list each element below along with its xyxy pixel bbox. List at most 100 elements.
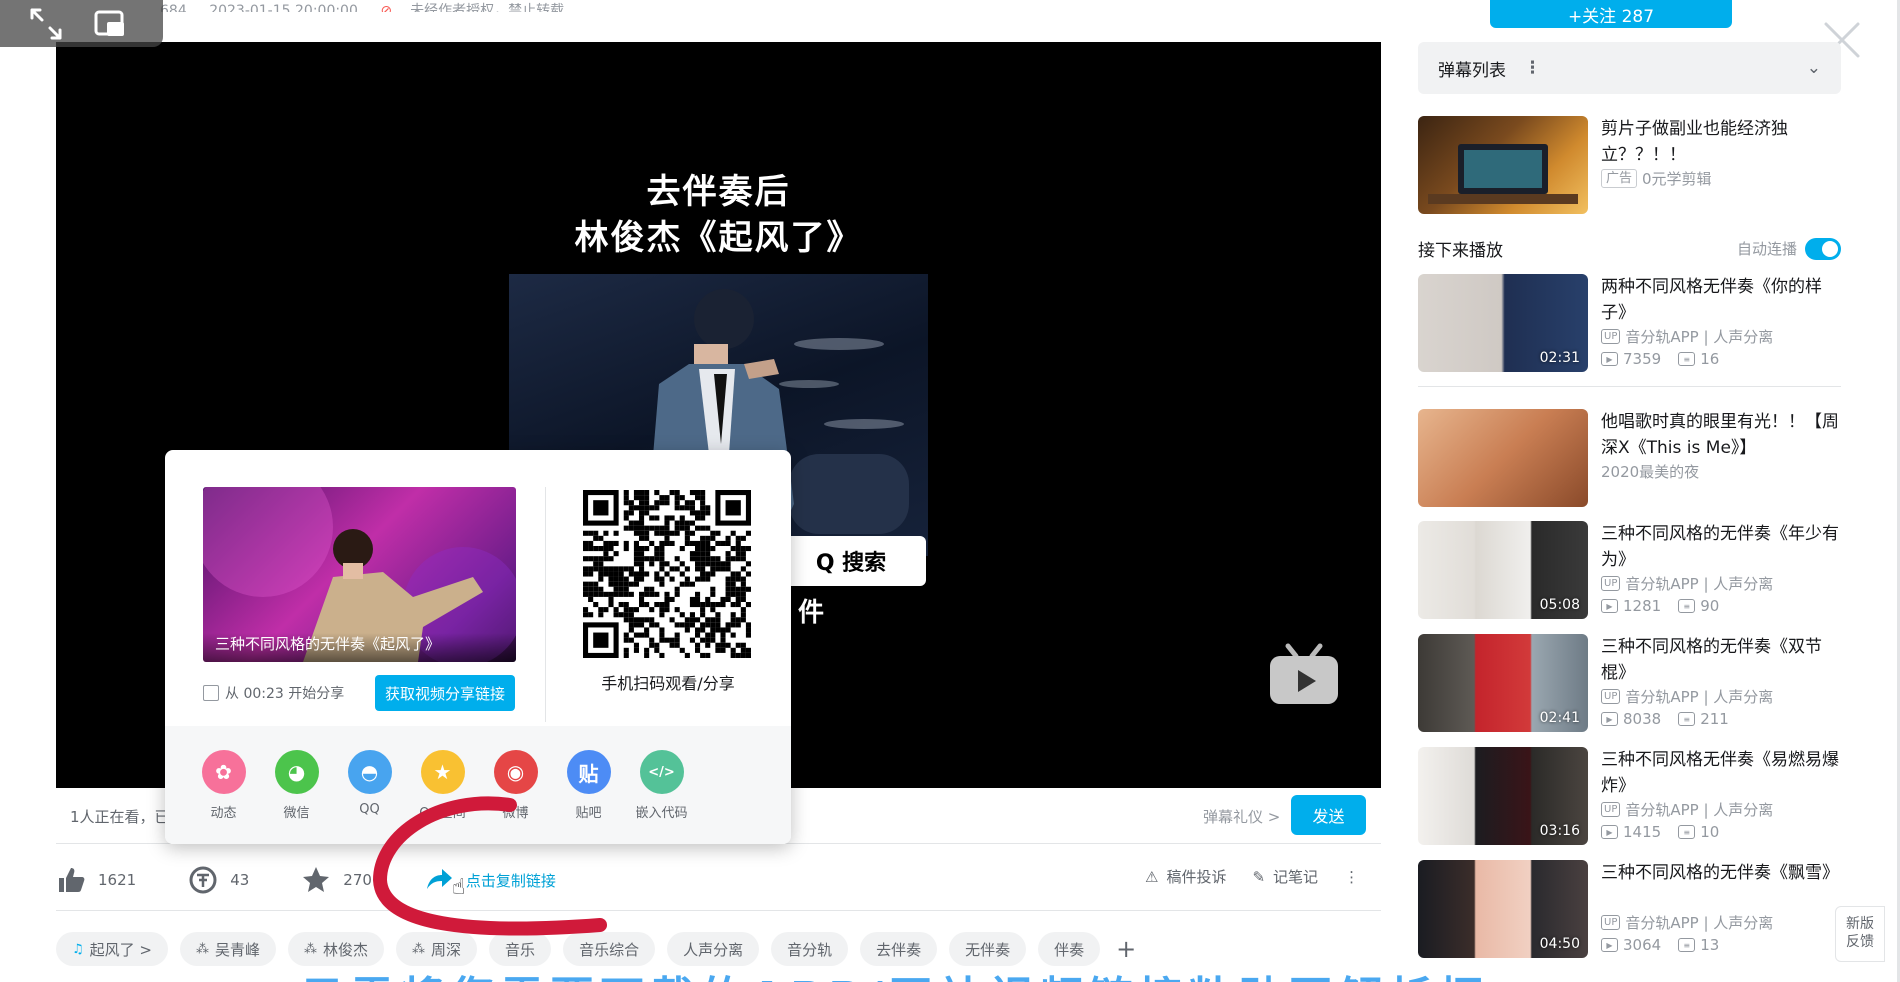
danmaku-count-icon: ≡ <box>1678 825 1696 839</box>
search-pill[interactable]: Q 搜索 <box>776 536 926 586</box>
play-count: 1415 <box>1623 823 1662 841</box>
video-owner-name: 音分轨APP | 人声分离 <box>1625 328 1774 346</box>
share-platform-item[interactable]: ◕ 微信 <box>274 750 319 821</box>
feedback-button[interactable]: 新版 反馈 <box>1835 906 1885 962</box>
video-owner: UP 音分轨APP | 人声分离 <box>1601 326 1773 347</box>
danmaku-count-icon: ≡ <box>1678 352 1696 366</box>
danmaku-count: 16 <box>1700 350 1720 368</box>
tag-item[interactable]: 无伴奏 <box>949 932 1027 966</box>
more-vertical-icon[interactable]: ⋮ <box>1524 58 1541 78</box>
share-platform-item[interactable]: ◉ 微博 <box>493 750 538 821</box>
video-duration: 02:41 <box>1539 710 1580 726</box>
bottom-subtitle: 只需将您需要下载的APP/网站视频链接粘贴至解析框 <box>300 962 1489 982</box>
ad-card[interactable]: 剪片子做副业也能经济独立？？！！ 广告 0元学剪辑 <box>1418 116 1841 214</box>
autoplay-switch[interactable] <box>1805 237 1841 260</box>
right-actions: ⚠ 稿件投诉 ✎ 记笔记 ⋮ <box>1145 866 1359 887</box>
tag-label: 伴奏 <box>1054 940 1085 959</box>
tag-label: 无伴奏 <box>965 940 1011 959</box>
tag-item[interactable]: 音分轨 <box>771 932 849 966</box>
bilibili-tv-icon <box>1270 643 1338 704</box>
share-platform-item[interactable]: ★ QQ空间 <box>419 750 466 821</box>
share-platform-label: 嵌入代码 <box>635 806 688 821</box>
tag-item[interactable]: 音乐 <box>489 932 552 966</box>
video-title: 他唱歌时真的眼里有光！！【周深X《This is Me》】 <box>1601 412 1839 458</box>
tag-item[interactable]: ⁂ 林俊杰 <box>288 932 385 966</box>
tag-item[interactable]: ♫ 起风了 > <box>56 932 168 966</box>
start-time-checkbox[interactable] <box>203 685 219 701</box>
view-count: 684 <box>160 3 187 12</box>
tag-list: ♫ 起风了 > ⁂ 吴青峰 ⁂ 林俊杰 ⁂ 周深 音乐 音乐综合 人声分离 音分轨 去伴奏 无伴奏 伴奏 + <box>56 932 1140 966</box>
share-button[interactable]: 点击复制链接 <box>424 865 556 895</box>
overlay-text-fragment: 件 <box>798 598 825 628</box>
danmaku-etiquette-link[interactable]: 弹幕礼仪 > <box>1203 806 1280 827</box>
exit-fullscreen-icon[interactable] <box>28 6 64 42</box>
qq-icon: ◓ <box>347 750 392 794</box>
video-owner: UP 音分轨APP | 人声分离 <box>1601 799 1773 820</box>
tag-item[interactable]: 伴奏 <box>1038 932 1101 966</box>
video-owner: UP 音分轨APP | 人声分离 <box>1601 573 1773 594</box>
video-title: 三种不同风格的无伴奏《双节棍》 <box>1601 637 1822 683</box>
get-share-link-button[interactable]: 获取视频分享链接 <box>375 675 515 711</box>
tag-label: 音乐综合 <box>579 940 640 959</box>
video-duration: 04:50 <box>1539 936 1580 952</box>
tag-item[interactable]: 人声分离 <box>667 932 760 966</box>
tag-item[interactable]: 去伴奏 <box>860 932 938 966</box>
play-count-icon: ▶ <box>1601 599 1618 613</box>
add-tag-icon[interactable]: + <box>1112 932 1140 966</box>
weibo-icon: ◉ <box>493 750 538 794</box>
coin-count: 43 <box>230 871 250 889</box>
wechat-icon: ◕ <box>274 750 319 794</box>
coin-button[interactable]: 43 <box>188 865 249 895</box>
share-platform-item[interactable]: </> 嵌入代码 <box>636 750 688 821</box>
video-duration: 03:16 <box>1539 823 1580 839</box>
picture-in-picture-icon[interactable] <box>92 6 128 42</box>
copy-link-label[interactable]: 点击复制链接 <box>466 870 556 891</box>
danmaku-list-toggle[interactable]: 弹幕列表 ⋮ ⌄ <box>1418 42 1841 94</box>
autoplay-toggle[interactable]: 自动连播 <box>1737 237 1841 260</box>
tag-item[interactable]: ⁂ 吴青峰 <box>180 932 277 966</box>
tag-label: 音分轨 <box>787 940 833 959</box>
up-next-label: 接下来播放 <box>1418 241 1503 261</box>
video-stats: ▶ 1415 ≡ 10 <box>1601 823 1719 841</box>
send-danmaku-button[interactable]: 发送 <box>1291 795 1366 835</box>
more-vertical-icon: ⋮ <box>1344 867 1360 886</box>
favorite-button[interactable]: 270 <box>301 865 372 895</box>
video-meta: 684 2023-01-15 20:00:00 ⊘ 未经作者授权，禁止转载 <box>160 0 582 12</box>
recommended-video-card[interactable]: 02:31 两种不同风格无伴奏《你的样子》 UP 音分轨APP | 人声分离 ▶ 7359… <box>1418 274 1841 372</box>
window-controls <box>0 0 163 47</box>
more-menu-button[interactable]: ⋮ <box>1344 868 1359 886</box>
follow-button[interactable]: +关注 287 <box>1490 0 1732 28</box>
video-thumbnail: 04:50 <box>1418 860 1588 958</box>
divider <box>56 910 1381 911</box>
up-badge-icon: UP <box>1601 689 1621 704</box>
recommended-video-card[interactable]: 03:16 三种不同风格无伴奏《易燃易爆炸》 UP 音分轨APP | 人声分离 ▶ 141… <box>1418 747 1841 845</box>
viewer-count: 1人正在看，已 <box>70 808 170 826</box>
up-badge-icon: UP <box>1601 329 1621 344</box>
share-platform-item[interactable]: ✿ 动态 <box>201 750 246 821</box>
cover-title-line2: 林俊杰《起风了》 <box>574 218 863 258</box>
share-platforms: ✿ 动态 ◕ 微信 ◓ QQ ★ QQ空间 ◉ 微博 贴贴吧 </> 嵌入代码 <box>201 750 688 821</box>
tag-label: 林俊杰 <box>323 940 369 959</box>
report-button[interactable]: ⚠ 稿件投诉 <box>1145 866 1226 887</box>
start-time-label: 从 00:23 开始分享 <box>225 686 345 702</box>
recommended-video-card[interactable]: 02:41 三种不同风格的无伴奏《双节棍》 UP 音分轨APP | 人声分离 ▶ 8038… <box>1418 634 1841 732</box>
play-count-icon: ▶ <box>1601 712 1618 726</box>
start-time-option[interactable]: 从 00:23 开始分享 <box>203 683 344 703</box>
notes-label: 记笔记 <box>1273 868 1319 886</box>
ad-badge: 广告 <box>1601 169 1638 188</box>
like-button[interactable]: 1621 <box>56 865 136 895</box>
danmaku-count: 13 <box>1700 936 1720 954</box>
recommended-video-card[interactable]: 他唱歌时真的眼里有光！！【周深X《This is Me》】 2020最美的夜 <box>1418 409 1841 507</box>
star-icon <box>303 867 330 892</box>
share-platform-item[interactable]: 贴贴吧 <box>566 750 611 821</box>
share-platform-item[interactable]: ◓ QQ <box>347 750 392 821</box>
tag-label: 音乐 <box>505 940 536 959</box>
recommended-video-card[interactable]: 04:50 三种不同风格的无伴奏《飘雪》 UP 音分轨APP | 人声分离 ▶ 3064 ≡… <box>1418 860 1841 958</box>
play-count: 3064 <box>1623 936 1662 954</box>
ad-owner-name: 0元学剪辑 <box>1642 170 1712 188</box>
dynamic-icon: ✿ <box>201 750 246 794</box>
notes-button[interactable]: ✎ 记笔记 <box>1252 866 1318 887</box>
recommended-video-card[interactable]: 05:08 三种不同风格的无伴奏《年少有为》 UP 音分轨APP | 人声分离 ▶ 128… <box>1418 521 1841 619</box>
tag-item[interactable]: ⁂ 周深 <box>396 932 478 966</box>
tag-item[interactable]: 音乐综合 <box>563 932 656 966</box>
